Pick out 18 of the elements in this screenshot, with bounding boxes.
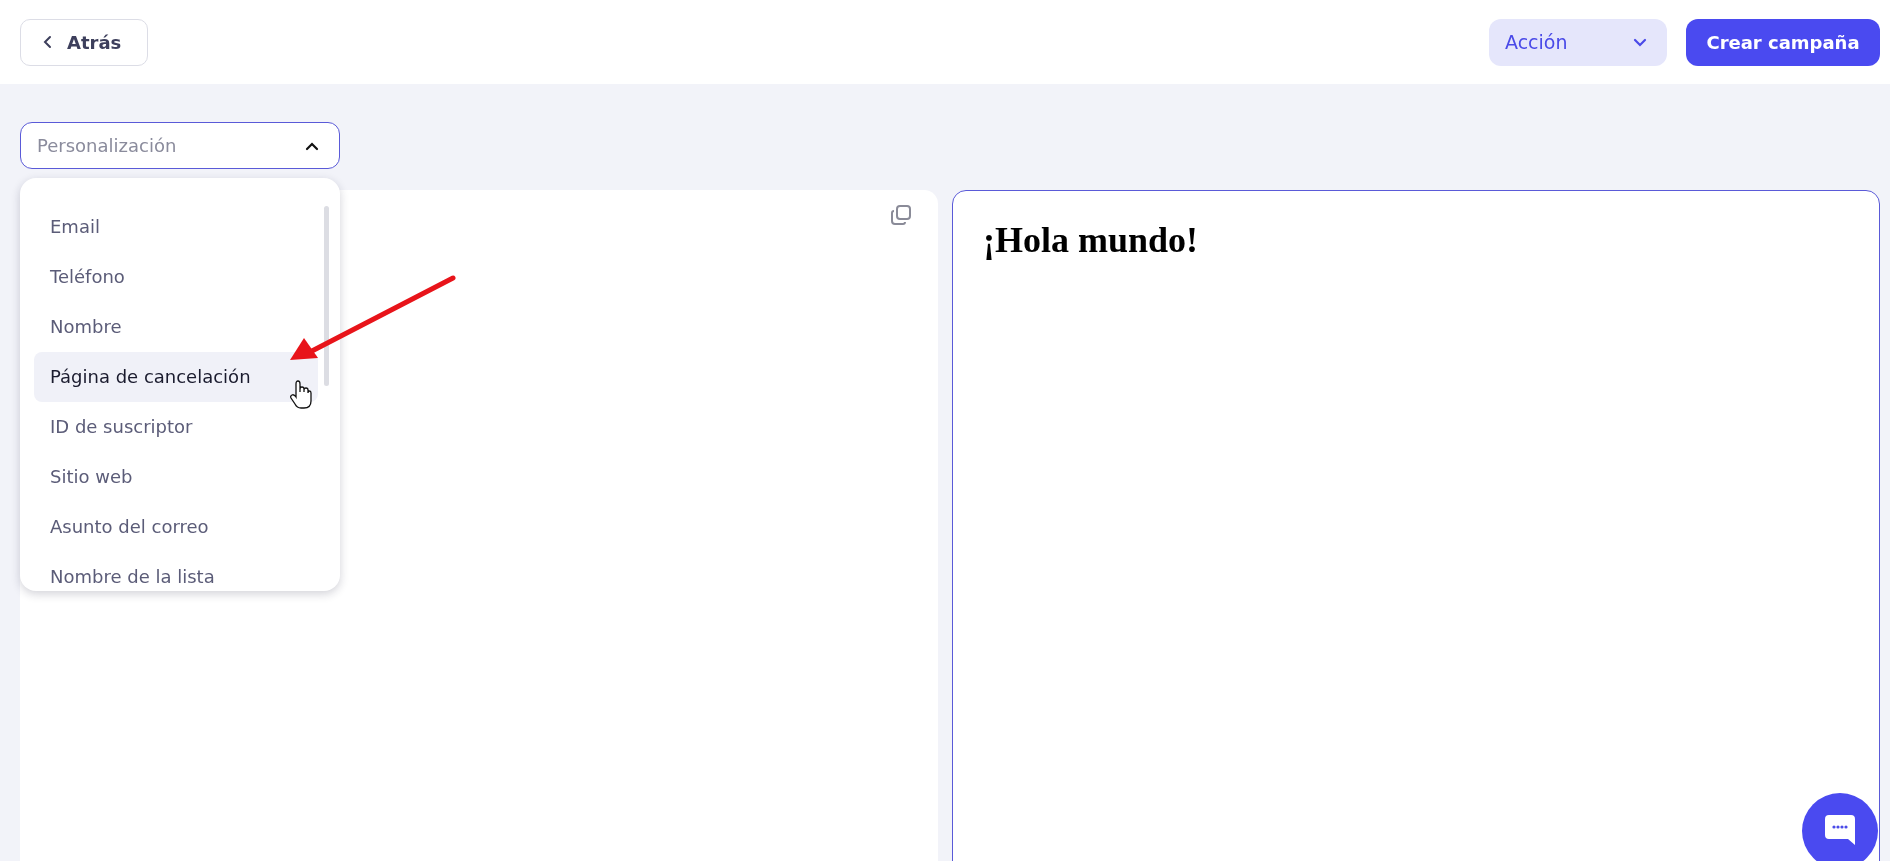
back-button[interactable]: Atrás bbox=[20, 18, 148, 66]
menu-option[interactable]: ID de suscriptor bbox=[34, 402, 318, 452]
chevron-down-icon bbox=[1633, 37, 1647, 47]
menu-option[interactable]: Sitio web bbox=[34, 452, 318, 502]
hand-cursor-icon bbox=[290, 380, 312, 410]
menu-option[interactable]: Nombre bbox=[34, 302, 318, 352]
create-campaign-button[interactable]: Crear campaña bbox=[1686, 18, 1880, 66]
menu-option[interactable]: Teléfono bbox=[34, 252, 318, 302]
preview-heading: ¡Hola mundo! bbox=[983, 219, 1200, 261]
menu-option[interactable]: Nombre de la lista bbox=[34, 552, 318, 602]
menu-option[interactable]: Email bbox=[34, 202, 318, 252]
personalization-dropdown[interactable]: Personalización bbox=[20, 122, 340, 169]
chevron-left-icon bbox=[43, 35, 53, 49]
copy-icon[interactable] bbox=[890, 204, 912, 226]
menu-option[interactable]: Página de cancelación bbox=[34, 352, 318, 402]
menu-option[interactable]: Asunto del correo bbox=[34, 502, 318, 552]
action-dropdown[interactable]: Acción bbox=[1489, 18, 1667, 66]
dropdown-placeholder: Personalización bbox=[37, 135, 177, 156]
